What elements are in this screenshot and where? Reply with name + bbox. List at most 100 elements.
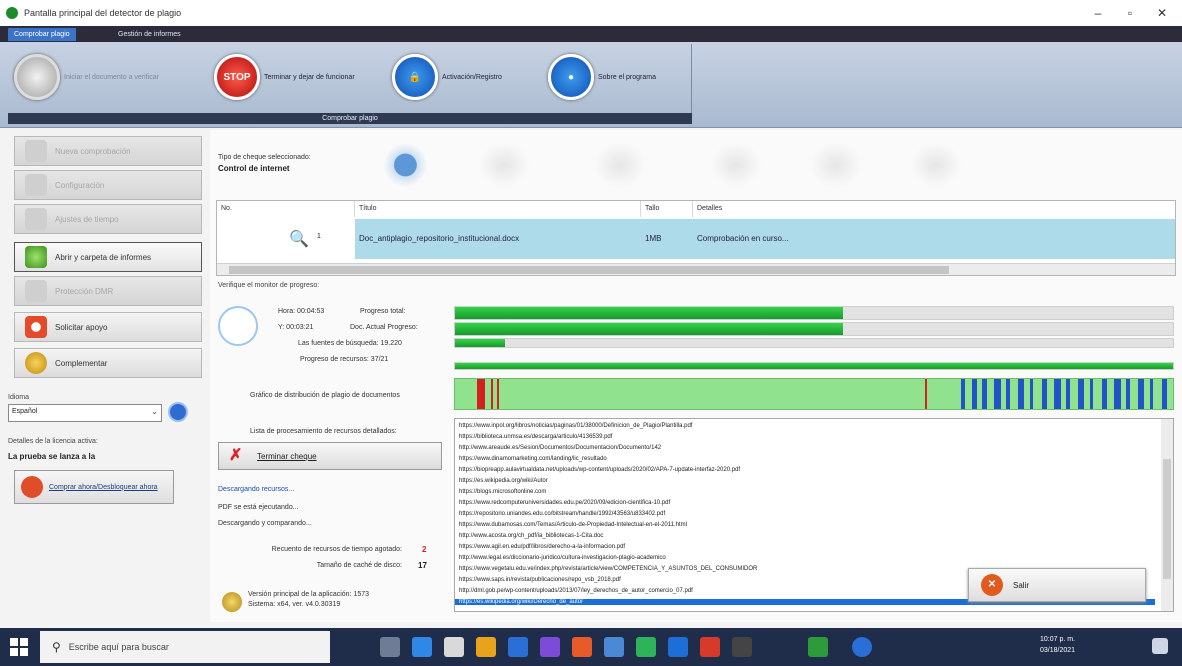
plagiarism-app-icon[interactable] (808, 637, 828, 657)
clock-icon (218, 306, 258, 346)
sidebar-item-soporte[interactable]: Solicitar apoyo (14, 312, 202, 342)
source-url-item[interactable]: https://www.saps.in/revista/publicacione… (459, 577, 621, 583)
license-value: La prueba se lanza a la (8, 452, 96, 461)
distribution-label: Gráfico de distribución de plagio de doc… (250, 392, 400, 399)
clock-icon (25, 208, 47, 230)
app-icon (6, 7, 18, 19)
activation-button[interactable]: 🔒 Activación/Registro (392, 52, 502, 102)
distribution-segment (1102, 379, 1107, 409)
archive-check-icon[interactable] (910, 142, 962, 188)
language-select[interactable]: Español ⌄ (8, 404, 162, 422)
start-check-button[interactable]: Iniciar el documento a verificar (14, 52, 159, 102)
app-icon[interactable] (852, 637, 872, 657)
source-url-item[interactable]: https://repositorio.uniandes.edu.co/bits… (459, 511, 665, 517)
exit-button[interactable]: ✕ Salir (968, 568, 1146, 602)
app-icon[interactable] (636, 637, 656, 657)
search-icon: ⚲ (52, 640, 61, 654)
windows-start-icon[interactable] (10, 638, 28, 656)
about-button[interactable]: ● Sobre el programa (548, 52, 656, 102)
sidebar-item-nueva[interactable]: Nueva comprobación (14, 136, 202, 166)
horizontal-scrollbar[interactable] (217, 263, 1175, 275)
source-url-item[interactable]: https://blogs.microsoftonline.com (459, 489, 546, 495)
app-icon[interactable] (476, 637, 496, 657)
task-view-icon[interactable] (380, 637, 400, 657)
app-window: Pantalla principal del detector de plagi… (0, 0, 1182, 628)
column-header-size[interactable]: Tallo (641, 201, 693, 217)
check-type-value: Control de internet (218, 164, 290, 173)
internet-check-icon[interactable] (382, 142, 434, 188)
source-url-item[interactable]: https://www.dubamosas.com/Temas/Articulo… (459, 522, 687, 528)
column-header-details[interactable]: Detalles (693, 201, 1175, 217)
taskbar-search-input[interactable]: ⚲ Escribe aquí para buscar (40, 631, 330, 663)
scrollbar-thumb[interactable] (1163, 459, 1171, 579)
app-icon[interactable] (732, 637, 752, 657)
distribution-segment (1150, 379, 1153, 409)
source-url-item[interactable]: https://www.redcomputeruniversidades.edu… (459, 500, 670, 506)
source-url-item[interactable]: https://www.agil.en.edu/pdf/libros/derec… (459, 544, 625, 550)
store-icon[interactable] (444, 637, 464, 657)
close-icon[interactable]: ✕ (1146, 3, 1178, 23)
distribution-segment (994, 379, 1001, 409)
source-url-item[interactable]: https://www.inpol.org/libros/noticias/pa… (459, 423, 692, 429)
buy-now-button[interactable]: Comprar ahora/Desbloquear ahora (14, 470, 174, 504)
cell-title: Doc_antiplagio_repositorio_institucional… (355, 219, 641, 259)
source-url-item[interactable]: https://es.wikipedia.org/wiki/Autor (459, 478, 548, 484)
source-url-item[interactable]: https://www.vegetalu.edu.ve/index.php/re… (459, 566, 757, 572)
terminate-button[interactable]: STOP Terminar y dejar de funcionar (214, 52, 355, 102)
desktop-icon[interactable] (412, 637, 432, 657)
database-check-icon[interactable] (478, 142, 530, 188)
table-row[interactable]: 🔍 1 Doc_antiplagio_repositorio_instituci… (217, 219, 1175, 259)
tab-gestion-informes[interactable]: Gestión de informes (112, 28, 187, 41)
app-icon[interactable] (540, 637, 560, 657)
system-clock[interactable]: 10:07 p. m. 03/18/2021 (1040, 634, 1075, 656)
web-db-check-icon[interactable] (594, 142, 646, 188)
sidebar-item-configuracion[interactable]: Configuración (14, 170, 202, 200)
source-url-item[interactable]: https://www.dinamomarketing.com/landing/… (459, 456, 607, 462)
maximize-icon[interactable]: ▫ (1114, 3, 1146, 23)
document-check-icon[interactable] (810, 142, 862, 188)
sidebar-item-complementar[interactable]: Complementar (14, 348, 202, 378)
ribbon-tabs: Comprobar plagio Gestión de informes (0, 26, 1182, 42)
source-url-item[interactable]: http://www.legal.es/diccionario-juridico… (459, 555, 666, 561)
tab-comprobar-plagio[interactable]: Comprobar plagio (8, 28, 76, 41)
scrollbar-thumb[interactable] (229, 266, 949, 274)
ribbon-group-title: Comprobar plagio (8, 113, 692, 124)
edge-icon[interactable] (508, 637, 528, 657)
source-url-item[interactable]: https://biblioteca.unmsa.es/descarga/art… (459, 434, 612, 440)
sidebar-item-informes[interactable]: Abrir y carpeta de informes (14, 242, 202, 272)
progress-label-sources: Las fuentes de búsqueda: 19.220 (298, 340, 402, 347)
source-url-item[interactable]: http://www.areaude.es/Sesion/Documentos/… (459, 445, 661, 451)
progress-bar-resources (454, 362, 1174, 370)
status-link[interactable]: Descargando recursos... (218, 486, 294, 493)
source-url-item[interactable]: https://biopreapp.aulavirtualdata.net/up… (459, 467, 740, 473)
distribution-segment (925, 379, 927, 409)
distribution-segment (491, 379, 493, 409)
sidebar-item-ajustes[interactable]: Ajustes de tiempo (14, 204, 202, 234)
column-header-no[interactable]: No. (217, 201, 355, 217)
cache-size-label: Tamaño de caché de disco: (316, 562, 402, 569)
distribution-segment (1018, 379, 1024, 409)
distribution-segment (1006, 379, 1010, 409)
notifications-icon[interactable] (1152, 638, 1168, 654)
app-icon[interactable] (604, 637, 624, 657)
app-icon[interactable] (668, 637, 688, 657)
minimize-icon[interactable]: – (1082, 3, 1114, 23)
distribution-segment (497, 379, 499, 409)
sidebar-item-proteccion[interactable]: Protección DMR (14, 276, 202, 306)
time-remaining: Y: 00:03:21 (278, 324, 314, 331)
distribution-segment (477, 379, 485, 409)
app-icon[interactable] (572, 637, 592, 657)
source-url-item[interactable]: http://www.acosta.org/ch_pdf/ia_bibliote… (459, 533, 603, 539)
distribution-segment (1054, 379, 1061, 409)
plagiarism-distribution-chart (454, 378, 1174, 410)
source-url-item[interactable]: http://dml.gob.pe/wp-content/uploads/201… (459, 588, 693, 594)
vertical-scrollbar[interactable] (1161, 419, 1173, 611)
app-icon[interactable] (700, 637, 720, 657)
lifebuoy-icon (25, 316, 47, 338)
stop-check-button[interactable]: ✗ Terminar cheque (218, 442, 442, 470)
cell-size: 1MB (641, 219, 693, 259)
column-header-title[interactable]: Título (355, 201, 641, 217)
lock-icon: 🔒 (392, 54, 438, 100)
files-check-icon[interactable] (710, 142, 762, 188)
globe-icon[interactable] (168, 402, 188, 422)
